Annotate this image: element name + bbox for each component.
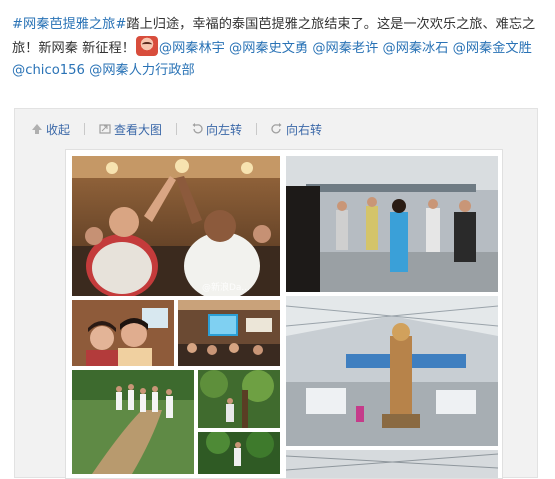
photo-airport-corridor	[286, 450, 498, 478]
mention-link[interactable]: @网秦人力行政部	[89, 63, 195, 78]
photo-selfie	[72, 300, 174, 366]
mention-link[interactable]: @网秦史文勇	[229, 41, 308, 56]
toolbar-divider	[256, 123, 258, 135]
mention-link[interactable]: @chico156	[12, 63, 85, 78]
collapse-label: 收起	[46, 122, 71, 137]
rotate-right-label: 向右转	[286, 122, 323, 137]
toolbar-divider	[176, 123, 178, 135]
rotate-right-button[interactable]: 向右转	[271, 121, 322, 138]
toolbar-divider	[84, 123, 86, 135]
rotate-left-label: 向左转	[206, 122, 243, 137]
mention-link[interactable]: @网秦林宇	[159, 41, 225, 56]
arrow-up-icon	[32, 124, 42, 134]
photo-forest	[198, 370, 280, 428]
media-box: 收起 查看大图 向左转 向右转 @新浪Da...	[14, 108, 538, 479]
photo-jungle	[198, 432, 280, 474]
emoji-icon	[135, 36, 158, 56]
photo-airport-hall	[286, 296, 498, 446]
rotate-left-button[interactable]: 向左转	[191, 121, 242, 138]
topic-link[interactable]: #网秦芭提雅之旅#	[12, 17, 126, 32]
mention-link[interactable]: @网秦冰石	[383, 41, 449, 56]
image-toolbar: 收起 查看大图 向左转 向右转	[31, 121, 322, 137]
photo-conference	[178, 300, 280, 366]
photo-airport-queue	[286, 156, 498, 292]
rotate-left-icon	[192, 123, 203, 134]
mention-link[interactable]: @网秦金文胜	[453, 41, 532, 56]
photo-watermark: @新浪Da...	[201, 283, 250, 293]
mention-link[interactable]: @网秦老许	[312, 41, 378, 56]
photo-collage[interactable]: @新浪Da...	[65, 149, 503, 479]
photo-hiking	[72, 370, 194, 474]
collapse-button[interactable]: 收起	[31, 121, 70, 138]
view-large-icon	[99, 124, 111, 134]
view-large-label: 查看大图	[114, 122, 163, 137]
view-large-button[interactable]: 查看大图	[99, 121, 162, 138]
photo-banquet-cheer: @新浪Da...	[72, 156, 280, 296]
post-text: #网秦芭提雅之旅#踏上归途，幸福的泰国芭提雅之旅结束了。这是一次欢乐之旅、难忘之…	[12, 14, 548, 82]
rotate-right-icon	[271, 123, 282, 134]
